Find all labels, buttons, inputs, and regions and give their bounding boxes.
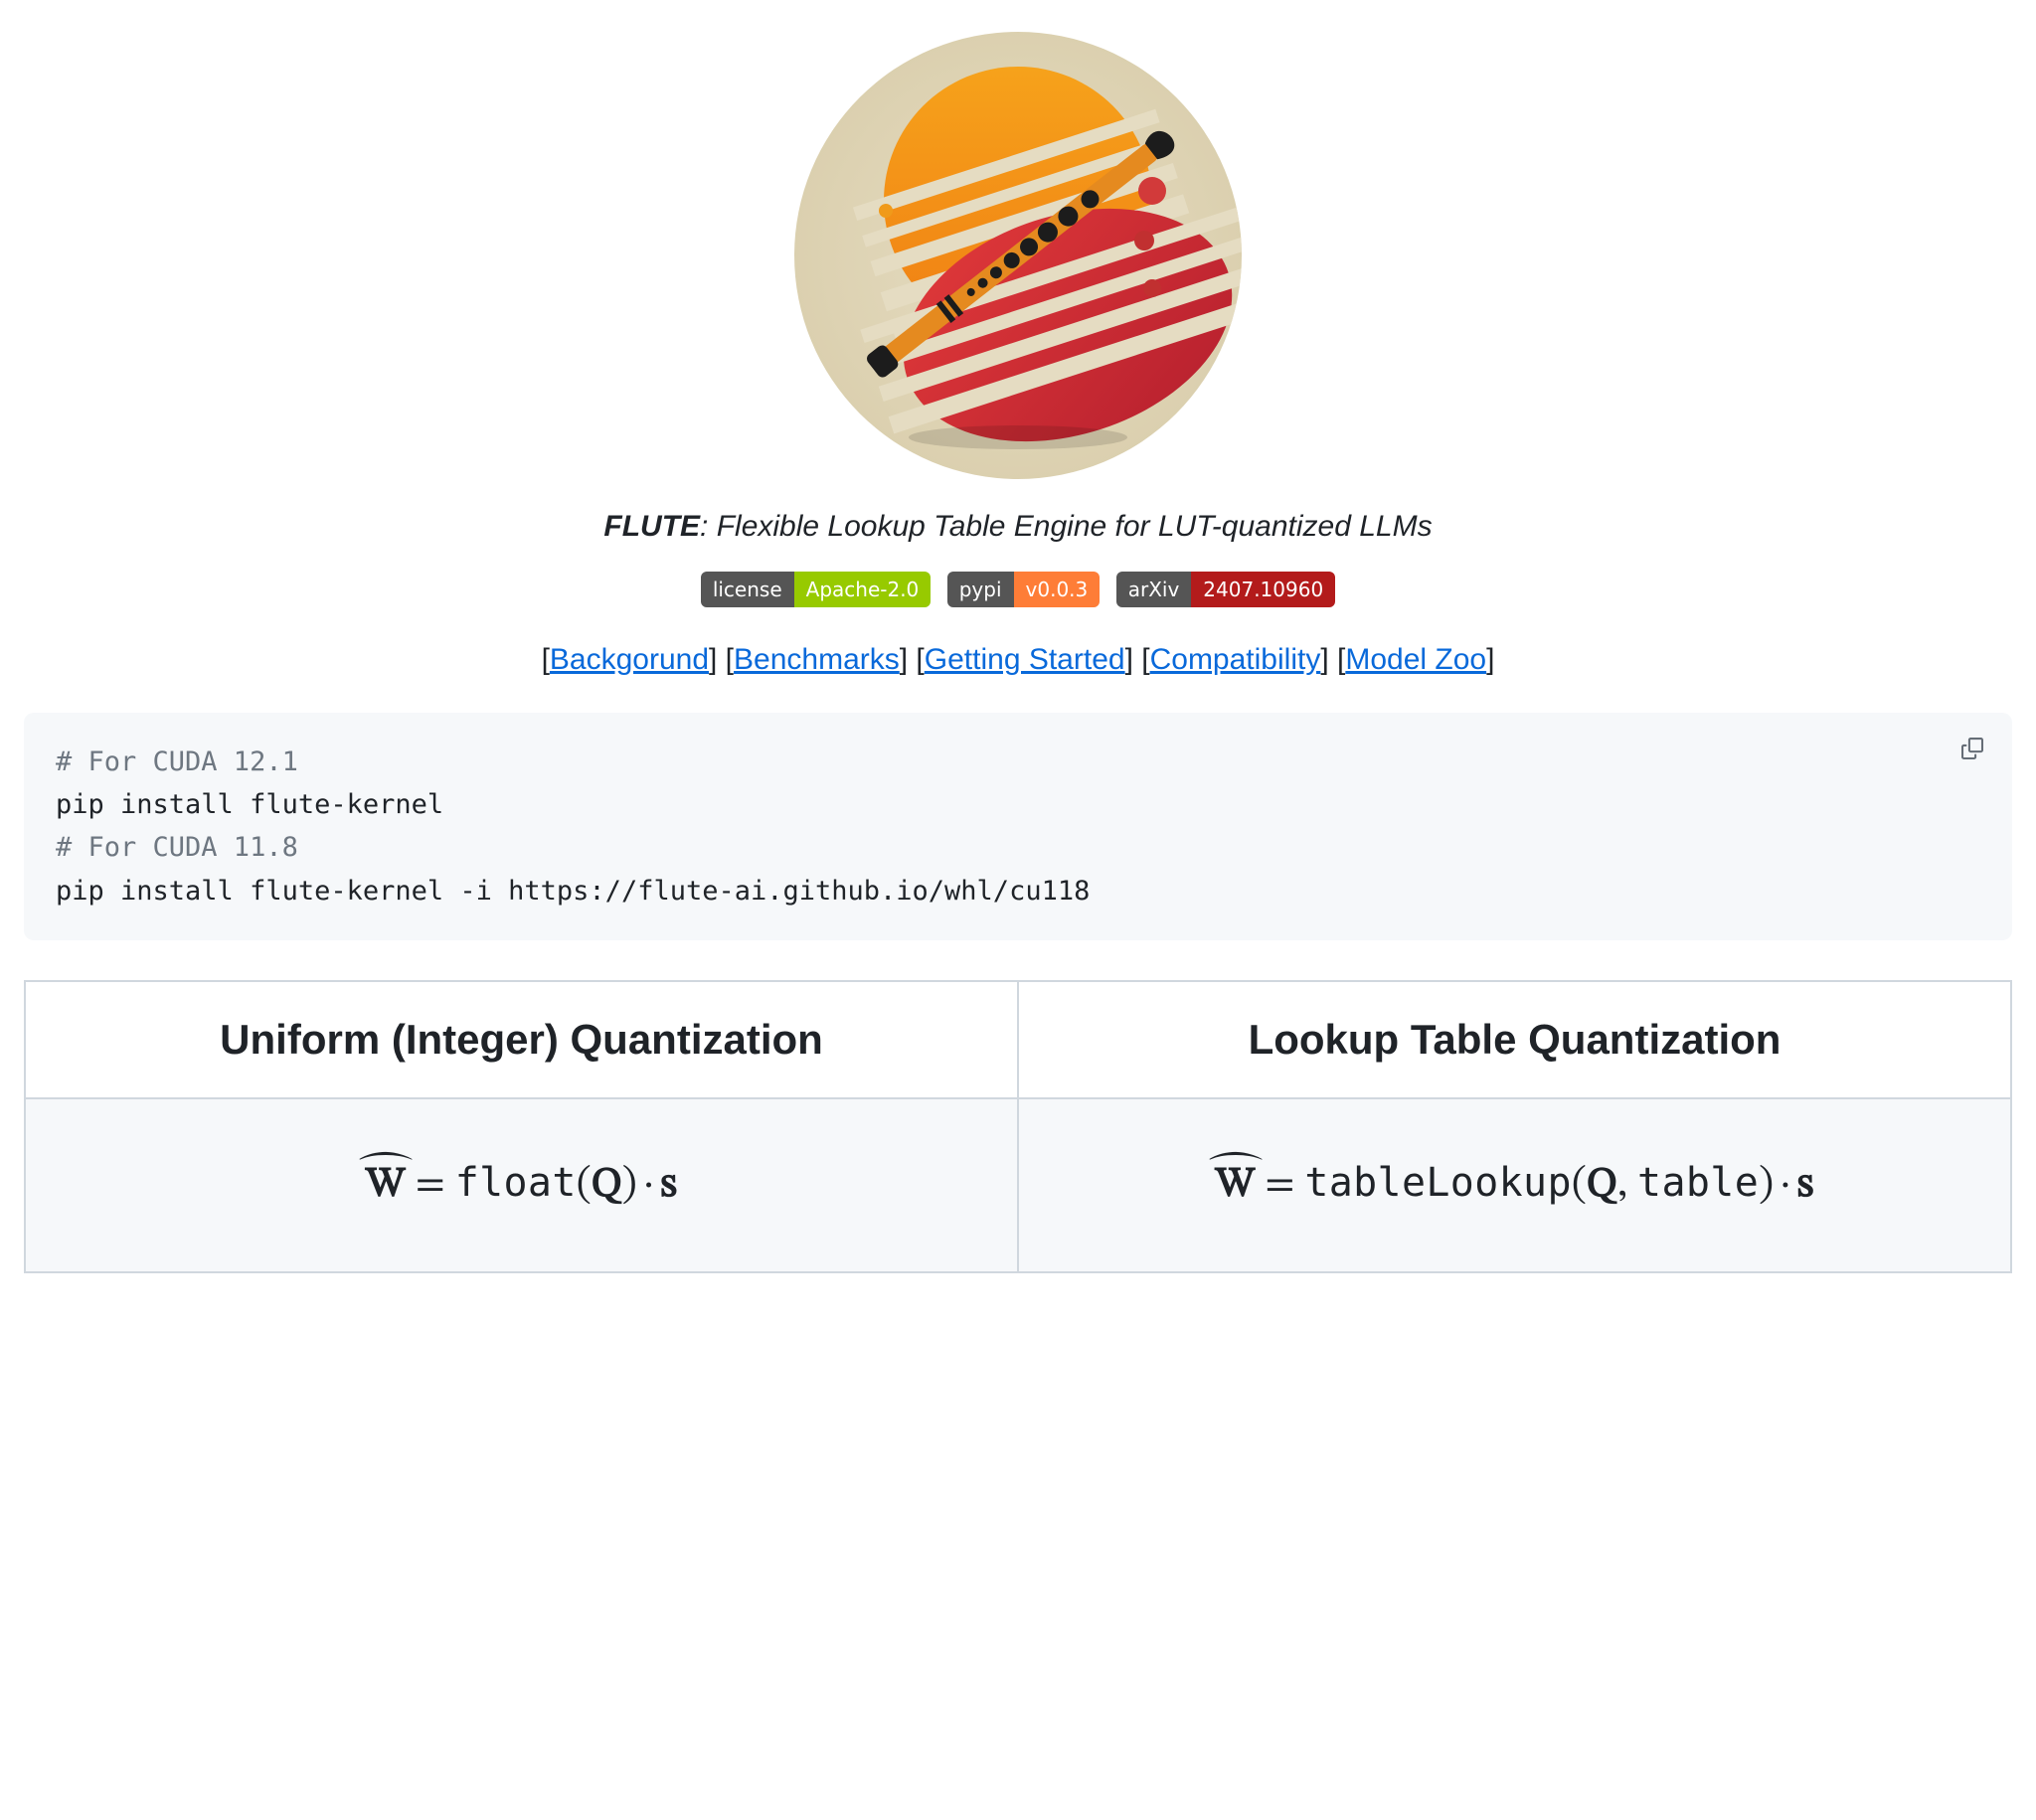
- badge-license-value: Apache-2.0: [794, 572, 932, 607]
- badge-license-key: license: [701, 572, 794, 607]
- code-comment-2: # For CUDA 11.8: [56, 832, 298, 863]
- link-getting[interactable]: Getting Started: [925, 643, 1125, 676]
- td-uniform-formula: ⌢W = float(Q)·s: [25, 1098, 1018, 1272]
- badge-arxiv[interactable]: arXiv 2407.10960: [1116, 572, 1335, 607]
- copy-button[interactable]: [1952, 729, 1992, 768]
- readme-root: FLUTE: Flexible Lookup Table Engine for …: [24, 32, 2012, 1273]
- tagline-desc: : Flexible Lookup Table Engine for LUT-q…: [700, 510, 1433, 543]
- badge-pypi-value: v0.0.3: [1014, 572, 1101, 607]
- td-lut-formula: ⌢W = tableLookup(Q, table)·s: [1018, 1098, 2011, 1272]
- th-lut: Lookup Table Quantization: [1018, 981, 2011, 1098]
- badge-license[interactable]: license Apache-2.0: [701, 572, 931, 607]
- tagline-name: FLUTE: [603, 510, 700, 543]
- install-codeblock: # For CUDA 12.1 pip install flute-kernel…: [24, 713, 2012, 940]
- th-uniform: Uniform (Integer) Quantization: [25, 981, 1018, 1098]
- flute-logo-svg: [794, 32, 1242, 479]
- formula-lut: ⌢W = tableLookup(Q, table)·s: [1216, 1164, 1814, 1206]
- link-benchmarks[interactable]: Benchmarks: [734, 643, 900, 676]
- flute-logo: [794, 32, 1242, 479]
- quantization-table: Uniform (Integer) Quantization Lookup Ta…: [24, 980, 2012, 1273]
- link-compat[interactable]: Compatibility: [1150, 643, 1321, 676]
- code-line-2: pip install flute-kernel -i https://flut…: [56, 876, 1090, 907]
- code-line-1: pip install flute-kernel: [56, 789, 443, 820]
- badge-pypi-key: pypi: [947, 572, 1014, 607]
- code-comment-1: # For CUDA 12.1: [56, 746, 298, 777]
- logo-wrap: [24, 32, 2012, 484]
- copy-icon: [1961, 738, 1983, 759]
- badges-row: license Apache-2.0 pypi v0.0.3 arXiv 240…: [24, 572, 2012, 607]
- badge-arxiv-value: 2407.10960: [1191, 572, 1335, 607]
- tagline: FLUTE: Flexible Lookup Table Engine for …: [24, 510, 2012, 544]
- formula-uniform: ⌢W = float(Q)·s: [366, 1164, 677, 1206]
- link-background[interactable]: Backgorund: [550, 643, 709, 676]
- badge-pypi[interactable]: pypi v0.0.3: [947, 572, 1101, 607]
- nav-links: [Backgorund] [Benchmarks] [Getting Start…: [24, 643, 2012, 677]
- link-zoo[interactable]: Model Zoo: [1345, 643, 1486, 676]
- badge-arxiv-key: arXiv: [1116, 572, 1192, 607]
